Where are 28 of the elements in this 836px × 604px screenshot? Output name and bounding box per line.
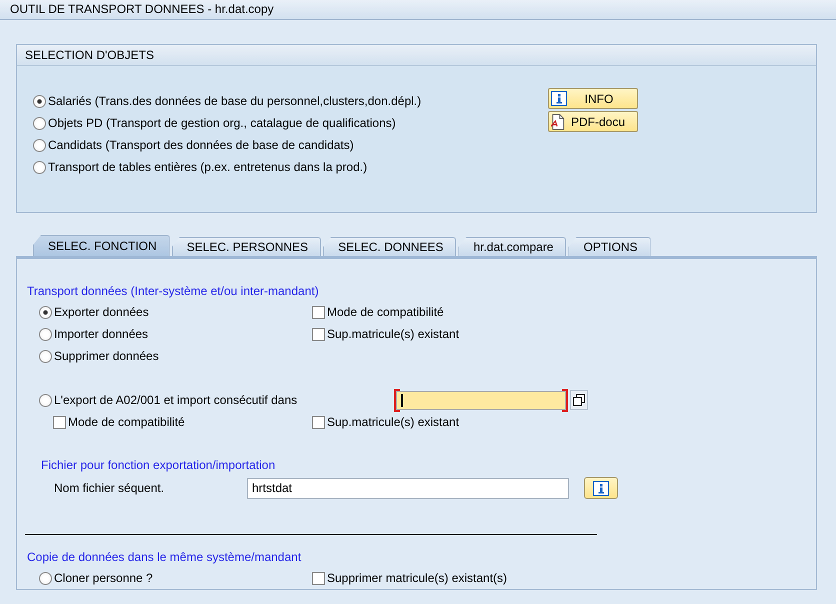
checkbox-label: Sup.matricule(s) existant (327, 415, 460, 429)
radio-label: Exporter données (54, 305, 149, 319)
tab[interactable]: SELEC. FONCTION (33, 235, 170, 256)
section-title: Transport données (Inter-système et/ou inter-mandant) (27, 283, 320, 300)
checkbox-label: Supprimer matricule(s) existant(s) (327, 571, 508, 585)
checkbox-label: Sup.matricule(s) existant (327, 327, 460, 341)
radio-label: Transport de tables entières (p.ex. entretenus dans la prod.) (48, 160, 368, 174)
checkbox-label: Mode de compatibilité (327, 305, 444, 319)
tab[interactable]: SELEC. DONNEES (323, 237, 456, 256)
tab[interactable]: hr.dat.compare (458, 237, 566, 256)
radio-label: L'export de A02/001 et import consécutif dans (54, 393, 298, 407)
tab[interactable]: OPTIONS (568, 237, 650, 256)
radio-label: Candidats (Transport des données de base de candidats) (48, 138, 354, 152)
radio-label: Objets PD (Transport de gestion org., catalague de qualifications) (48, 116, 396, 130)
radio-label: Importer données (54, 327, 148, 341)
pdf-docu-button[interactable]: PDF-docu (548, 111, 638, 132)
tab[interactable]: SELEC. PERSONNES (172, 237, 322, 256)
section-title: Copie de données dans le même système/mandant (27, 549, 302, 566)
window-title: OUTIL DE TRANSPORT DONNEES - hr.dat.copy (0, 0, 836, 20)
checkbox-label: Mode de compatibilité (68, 415, 185, 429)
file-name-field[interactable]: hrtstdat (247, 478, 569, 498)
radio-label: Salariés (Trans.des données de base du personnel,clusters,don.dépl.) (48, 94, 422, 108)
section-title: Fichier pour fonction exportation/importation (41, 457, 276, 474)
field-label: Nom fichier séquent. (54, 481, 164, 495)
info-button[interactable]: INFO (548, 88, 638, 109)
frame-title: SELECTION D'OBJETS (17, 45, 816, 66)
radio-label: Supprimer données (54, 349, 159, 363)
radio-label: Cloner personne ? (54, 571, 153, 585)
